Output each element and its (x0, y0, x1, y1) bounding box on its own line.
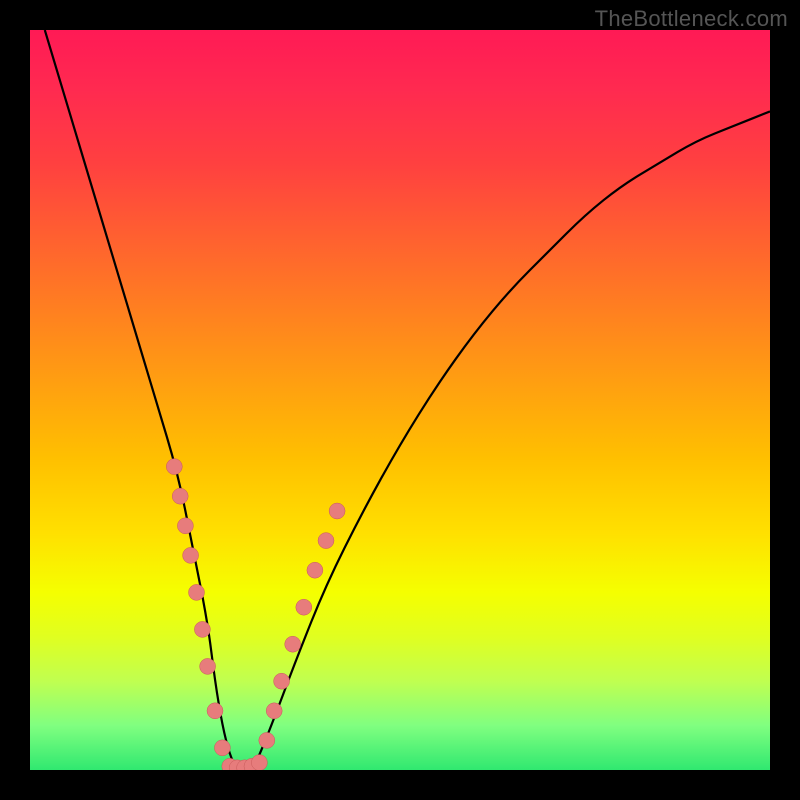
bottleneck-curve-svg (30, 30, 770, 770)
data-point (166, 459, 182, 475)
chart-container: TheBottleneck.com (0, 0, 800, 800)
data-point (251, 755, 267, 770)
data-point (266, 703, 282, 719)
curve-line (45, 30, 770, 770)
data-point (285, 636, 301, 652)
data-point (259, 732, 275, 748)
data-point (214, 740, 230, 756)
data-point (307, 562, 323, 578)
data-point (189, 584, 205, 600)
data-points-left (166, 459, 230, 756)
watermark-text: TheBottleneck.com (595, 6, 788, 32)
data-points-right (259, 503, 345, 748)
data-point (177, 518, 193, 534)
data-point (194, 621, 210, 637)
data-point (172, 488, 188, 504)
data-point (183, 547, 199, 563)
data-point (274, 673, 290, 689)
plot-area (30, 30, 770, 770)
data-point (318, 533, 334, 549)
data-point (329, 503, 345, 519)
data-point (207, 703, 223, 719)
data-point (296, 599, 312, 615)
data-point (200, 658, 216, 674)
data-points-bottom (222, 755, 268, 770)
